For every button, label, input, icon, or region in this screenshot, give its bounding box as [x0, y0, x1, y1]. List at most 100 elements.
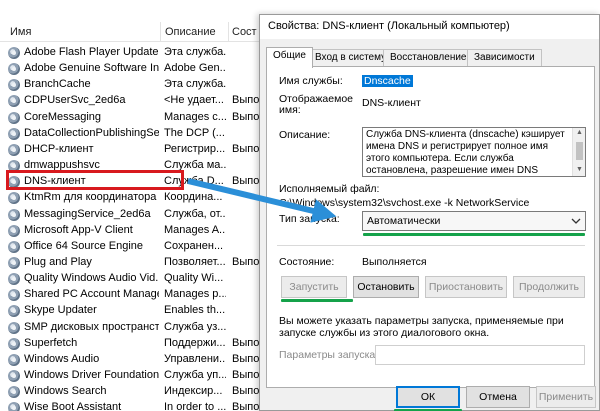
executable-label: Исполняемый файл: [279, 183, 380, 195]
startup-type-select[interactable]: Автоматически [362, 211, 586, 231]
gear-icon [8, 95, 20, 108]
service-row-name: Adobe Genuine Software In... [24, 62, 159, 75]
description-label: Описание: [279, 129, 331, 141]
gear-icon [8, 305, 20, 318]
service-row-description: Координа... [164, 191, 223, 204]
service-row-name: Quality Windows Audio Vid... [24, 272, 159, 285]
service-row-description: Позволяет... [164, 255, 226, 268]
tab-general[interactable]: Общие [266, 47, 313, 68]
service-row-name: SMP дисковых пространст... [24, 320, 159, 333]
gear-icon [8, 208, 20, 221]
service-row-description: Manages A... [164, 223, 226, 236]
service-row-description: Служба уп... [164, 369, 226, 381]
service-row-name: MessagingService_2ed6a [24, 207, 151, 220]
apply-button[interactable]: Применить [536, 386, 596, 408]
service-row-description: The DCP (... [164, 126, 225, 139]
service-row-status: Выпо [232, 401, 260, 411]
service-row-description: Adobe Gen... [164, 62, 226, 75]
service-row-name: CoreMessaging [24, 110, 102, 123]
gear-icon [8, 370, 20, 382]
scroll-down-icon[interactable]: ▼ [576, 166, 583, 173]
start-params-input[interactable] [375, 345, 585, 365]
startup-type-label: Тип запуска: [279, 213, 340, 225]
column-header-status[interactable]: Сост [232, 26, 257, 38]
start-params-label: Параметры запуска: [279, 349, 379, 361]
column-header-description[interactable]: Описание [165, 26, 216, 38]
description-box[interactable]: Служба DNS-клиента (dnscache) кэширует и… [362, 127, 586, 177]
start-underline [281, 299, 353, 302]
resume-button[interactable]: Продолжить [513, 276, 585, 298]
service-row-name: Windows Search [24, 385, 107, 398]
scroll-up-icon[interactable]: ▲ [576, 129, 583, 136]
service-row-description: Сохранен... [164, 239, 224, 252]
gear-icon [8, 224, 20, 237]
service-row-description: Manages c... [164, 110, 226, 123]
gear-icon [8, 256, 20, 269]
tab-logon[interactable]: Вход в систему [308, 49, 394, 67]
divider [277, 245, 585, 246]
service-row-name: Adobe Flash Player Update ... [24, 46, 159, 58]
gear-icon [8, 127, 20, 140]
service-row-status: Выпо [232, 336, 260, 349]
service-row-name: DHCP-клиент [24, 142, 94, 155]
chevron-down-icon [571, 218, 581, 224]
gear-icon [8, 402, 20, 411]
display-name-label: Отображаемое имя: [279, 93, 353, 116]
service-row-name: Skype Updater [24, 304, 97, 317]
display-name-value[interactable]: DNS-клиент [362, 97, 421, 109]
tab-recovery[interactable]: Восстановление [383, 49, 474, 67]
service-row-name: BranchCache [24, 78, 91, 91]
gear-icon [8, 79, 20, 92]
service-row-status: Выпо [232, 255, 260, 268]
gear-icon [8, 47, 20, 59]
gear-icon [8, 192, 20, 205]
service-row-description: Управлени... [164, 352, 226, 365]
service-row-status: Выпо [232, 110, 260, 123]
scroll-thumb[interactable] [576, 142, 583, 160]
gear-icon [8, 321, 20, 334]
description-text: Служба DNS-клиента (dnscache) кэширует и… [366, 129, 565, 176]
service-row-description: Эта служба... [164, 78, 226, 91]
service-row-name: KtmRm для координатора ... [24, 191, 159, 204]
service-row-description: Quality Wi... [164, 272, 224, 285]
ok-button[interactable]: ОК [396, 386, 460, 408]
service-row-description: Служба уз... [164, 320, 226, 333]
service-row-name: Microsoft App-V Client [24, 223, 133, 236]
service-row-status: Выпо [232, 94, 260, 107]
service-row-name: Superfetch [24, 336, 78, 349]
start-button[interactable]: Запустить [281, 276, 347, 298]
start-params-note: Вы можете указать параметры запуска, при… [279, 315, 564, 339]
service-row-name: Office 64 Source Engine [24, 239, 144, 252]
gear-icon [8, 337, 20, 350]
service-row-description: Служба, от... [164, 207, 226, 220]
dialog-title: Свойства: DNS-клиент (Локальный компьюте… [268, 20, 510, 32]
service-row-description: Индексир... [164, 385, 223, 398]
service-row-description: Эта служба... [164, 46, 226, 58]
service-row-description: Поддержи... [164, 336, 226, 349]
pause-button[interactable]: Приостановить [425, 276, 507, 298]
dns-client-highlight [6, 170, 184, 190]
service-row-name: CDPUserSvc_2ed6a [24, 94, 126, 107]
gear-icon [8, 289, 20, 302]
service-properties-dialog: Свойства: DNS-клиент (Локальный компьюте… [259, 14, 600, 411]
startup-underline [363, 233, 585, 236]
column-header-name[interactable]: Имя [10, 26, 31, 38]
gear-icon [8, 386, 20, 399]
state-value: Выполняется [362, 256, 427, 268]
cancel-button[interactable]: Отмена [466, 386, 530, 408]
service-row-name: Windows Driver Foundation... [24, 369, 159, 381]
description-scrollbar[interactable]: ▲ ▼ [572, 128, 585, 176]
dialog-title-bar[interactable]: Свойства: DNS-клиент (Локальный компьюте… [260, 15, 599, 39]
executable-path[interactable]: C:\Windows\system32\svchost.exe -k Netwo… [279, 197, 529, 209]
tab-dependencies[interactable]: Зависимости [467, 49, 542, 67]
service-row-status: Выпо [232, 385, 260, 398]
service-row-description: <Не удает... [164, 94, 224, 107]
service-row-name: DataCollectionPublishingSe... [24, 126, 159, 139]
service-row-name: Wise Boot Assistant [24, 401, 122, 411]
service-row-status: Выпо [232, 175, 260, 188]
service-row-status: Выпо [232, 352, 260, 365]
service-row-status: Выпо [232, 369, 260, 381]
stop-button[interactable]: Остановить [353, 276, 419, 298]
gear-icon [8, 353, 20, 366]
service-name-value[interactable]: Dnscache [362, 75, 413, 87]
